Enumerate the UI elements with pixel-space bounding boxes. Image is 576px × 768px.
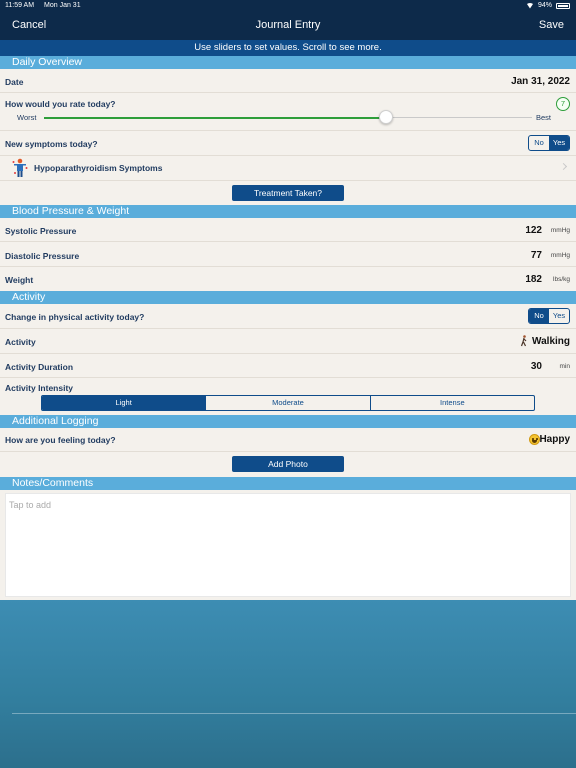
intensity-option-moderate[interactable]: Moderate xyxy=(205,396,369,410)
navigation-bar: 11:59 AM Mon Jan 31 94% Cancel Journal E… xyxy=(0,0,576,40)
divider-line xyxy=(12,713,576,714)
section-notes: Notes/Comments xyxy=(0,477,576,490)
symptoms-label: New symptoms today? xyxy=(5,139,98,149)
duration-unit: min xyxy=(559,363,570,370)
intensity-label: Activity Intensity xyxy=(5,383,74,393)
feeling-value: Happy xyxy=(539,434,570,445)
feeling-label: How are you feeling today? xyxy=(5,435,116,445)
date-label: Date xyxy=(5,77,24,87)
diastolic-value: 77 xyxy=(530,250,542,261)
section-activity: Activity xyxy=(0,291,576,304)
page-title: Journal Entry xyxy=(255,19,321,31)
systolic-value: 122 xyxy=(525,225,542,236)
weight-row[interactable]: Weight 182 lbs/kg xyxy=(0,267,576,291)
section-additional-logging: Additional Logging xyxy=(0,415,576,428)
section-blood-pressure: Blood Pressure & Weight xyxy=(0,205,576,218)
systolic-label: Systolic Pressure xyxy=(5,226,77,236)
person-symptom-icon xyxy=(12,158,28,177)
rating-label: How would you rate today? xyxy=(5,99,116,109)
section-daily-overview: Daily Overview xyxy=(0,56,576,69)
activity-row[interactable]: Activity Walking xyxy=(0,329,576,354)
feeling-row[interactable]: How are you feeling today? Happy xyxy=(0,428,576,452)
date-value: Jan 31, 2022 xyxy=(511,76,570,87)
smiley-face-icon xyxy=(529,434,540,445)
weight-label: Weight xyxy=(5,275,34,285)
intensity-option-intense[interactable]: Intense xyxy=(369,396,534,410)
activity-change-label: Change in physical activity today? xyxy=(5,312,145,322)
status-bar-left: 11:59 AM Mon Jan 31 xyxy=(5,2,81,9)
diastolic-label: Diastolic Pressure xyxy=(5,251,80,261)
diastolic-unit: mmHg xyxy=(550,252,570,259)
activity-change-no-option[interactable]: No xyxy=(529,309,549,323)
slider-max-label: Best xyxy=(535,113,551,122)
symptoms-link-row[interactable]: Hypoparathyroidism Symptoms xyxy=(0,156,576,181)
symptoms-yes-option[interactable]: Yes xyxy=(549,136,569,150)
notes-textarea[interactable]: Tap to add xyxy=(5,493,571,597)
add-photo-button[interactable]: Add Photo xyxy=(232,456,344,472)
status-bar-right: 94% xyxy=(525,2,570,9)
battery-icon xyxy=(556,2,570,9)
weight-value: 182 xyxy=(525,274,542,285)
activity-change-row: Change in physical activity today? No Ye… xyxy=(0,304,576,329)
treatment-row: Treatment Taken? xyxy=(0,181,576,205)
duration-value: 30 xyxy=(530,361,542,372)
status-date: Mon Jan 31 xyxy=(44,2,81,9)
activity-label: Activity xyxy=(5,337,36,347)
notes-placeholder: Tap to add xyxy=(9,500,52,510)
rating-slider-track[interactable] xyxy=(44,116,532,119)
rating-slider-fill xyxy=(44,116,386,119)
systolic-unit: mmHg xyxy=(550,227,570,234)
wifi-icon xyxy=(525,2,534,9)
diastolic-row[interactable]: Diastolic Pressure 77 mmHg xyxy=(0,242,576,267)
rating-slider-thumb[interactable] xyxy=(379,110,393,124)
symptoms-link-label: Hypoparathyroidism Symptoms xyxy=(34,163,163,173)
weight-unit: lbs/kg xyxy=(553,276,570,283)
intensity-selector[interactable]: Light Moderate Intense xyxy=(41,395,535,411)
treatment-taken-button[interactable]: Treatment Taken? xyxy=(232,185,344,201)
rating-row: How would you rate today? Worst Best xyxy=(0,93,576,131)
activity-change-toggle[interactable]: No Yes xyxy=(528,308,570,324)
save-button[interactable]: Save xyxy=(539,19,564,31)
symptoms-toggle[interactable]: No Yes xyxy=(528,135,570,151)
systolic-row[interactable]: Systolic Pressure 122 mmHg xyxy=(0,218,576,242)
add-photo-row: Add Photo xyxy=(0,452,576,477)
symptoms-row: New symptoms today? No Yes xyxy=(0,131,576,156)
intensity-option-light[interactable]: Light xyxy=(42,396,206,410)
status-time: 11:59 AM xyxy=(5,2,35,9)
symptoms-no-option[interactable]: No xyxy=(529,136,549,150)
hint-banner: Use sliders to set values. Scroll to see… xyxy=(0,40,576,56)
duration-row[interactable]: Activity Duration 30 min xyxy=(0,354,576,378)
bottom-background xyxy=(0,600,576,768)
duration-label: Activity Duration xyxy=(5,362,74,372)
date-row[interactable]: Date Jan 31, 2022 xyxy=(0,69,576,93)
walking-person-icon xyxy=(520,335,527,347)
slider-min-label: Worst xyxy=(17,113,37,122)
battery-percent: 94% xyxy=(537,2,552,9)
activity-change-yes-option[interactable]: Yes xyxy=(549,309,569,323)
rating-badge: 7 xyxy=(556,97,570,111)
activity-value: Walking xyxy=(532,336,570,347)
